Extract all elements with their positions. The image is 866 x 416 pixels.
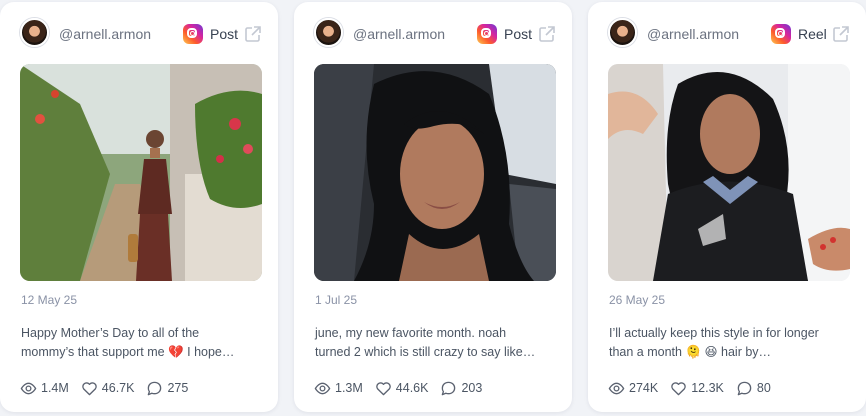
avatar[interactable] <box>20 18 49 47</box>
caption-text: mommy’s that support me <box>21 345 165 359</box>
account-handle[interactable]: @arnell.armon <box>353 26 445 42</box>
caption-text: turned 2 which is still crazy to say lik… <box>315 345 536 359</box>
post-type-label: Post <box>210 26 239 42</box>
post-date: 26 May 25 <box>609 293 666 307</box>
external-link-icon[interactable] <box>243 24 263 44</box>
caption-line: than a month 🫠 😆 hair by… <box>609 343 849 362</box>
likes-count: 44.6K <box>395 381 429 395</box>
post-image[interactable] <box>20 64 262 281</box>
views-count: 1.4M <box>41 381 69 395</box>
views-count: 274K <box>629 381 659 395</box>
views-stat: 1.4M <box>20 380 69 397</box>
likes-count: 46.7K <box>101 381 135 395</box>
comments-stat: 275 <box>146 380 188 397</box>
eye-icon <box>20 382 37 394</box>
instagram-icon <box>183 24 203 44</box>
comments-count: 203 <box>461 381 483 395</box>
caption-emoji: 💔 <box>168 345 184 359</box>
caption-line: Happy Mother’s Day to all of the <box>21 326 200 340</box>
comment-icon <box>148 381 162 395</box>
post-date: 12 May 25 <box>21 293 78 307</box>
caption-text: I hope… <box>187 345 235 359</box>
post-caption: I’ll actually keep this style in for lon… <box>609 324 849 362</box>
post-caption: june, my new favorite month. noah turned… <box>315 324 555 362</box>
post-image[interactable] <box>314 64 556 281</box>
card-header: @arnell.armon Post <box>0 2 278 62</box>
likes-stat: 12.3K <box>670 380 724 397</box>
post-card[interactable]: @arnell.armon Post 1 Jul 25 june, my new… <box>294 2 572 412</box>
post-date: 1 Jul 25 <box>315 293 358 307</box>
eye-icon <box>314 382 331 394</box>
instagram-icon <box>477 24 497 44</box>
caption-line: turned 2 which is still crazy to say lik… <box>315 343 555 362</box>
external-link-icon[interactable] <box>831 24 851 44</box>
caption-text: hair by… <box>721 345 772 359</box>
heart-icon <box>82 381 97 395</box>
likes-count: 12.3K <box>691 381 724 395</box>
engagement-stats: 1.4M 46.7K 275 <box>20 379 200 397</box>
eye-icon <box>608 382 625 394</box>
views-count: 1.3M <box>335 381 363 395</box>
caption-line: I’ll actually keep this style in for lon… <box>609 326 819 340</box>
heart-icon <box>671 381 686 395</box>
caption-line: mommy’s that support me 💔 I hope… <box>21 343 261 362</box>
caption-text: than a month <box>609 345 682 359</box>
comment-icon <box>442 381 456 395</box>
caption-line: june, my new favorite month. noah <box>315 326 507 340</box>
comments-stat: 80 <box>736 380 771 397</box>
account-handle[interactable]: @arnell.armon <box>59 26 151 42</box>
post-card[interactable]: @arnell.armon Post 12 May 25 Happy Mothe… <box>0 2 278 412</box>
post-image[interactable] <box>608 64 850 281</box>
views-stat: 1.3M <box>314 380 363 397</box>
comments-count: 275 <box>167 381 189 395</box>
post-type-label: Post <box>504 26 533 42</box>
comment-icon <box>737 381 752 395</box>
external-link-icon[interactable] <box>537 24 557 44</box>
engagement-stats: 1.3M 44.6K 203 <box>314 379 494 397</box>
post-card[interactable]: @arnell.armon Reel 26 May 25 I’ll actual… <box>588 2 866 412</box>
heart-icon <box>376 381 391 395</box>
card-header: @arnell.armon Post <box>294 2 572 62</box>
views-stat: 274K <box>608 380 658 397</box>
post-caption: Happy Mother’s Day to all of the mommy’s… <box>21 324 261 362</box>
engagement-stats: 274K 12.3K 80 <box>608 379 783 397</box>
comments-stat: 203 <box>440 380 482 397</box>
post-type-label: Reel <box>798 26 827 42</box>
account-handle[interactable]: @arnell.armon <box>647 26 739 42</box>
avatar[interactable] <box>608 18 637 47</box>
card-header: @arnell.armon Reel <box>588 2 866 62</box>
likes-stat: 46.7K <box>81 380 135 397</box>
caption-emoji: 🫠 😆 <box>685 345 718 359</box>
instagram-icon <box>771 24 791 44</box>
avatar[interactable] <box>314 18 343 47</box>
likes-stat: 44.6K <box>375 380 429 397</box>
comments-count: 80 <box>756 381 771 395</box>
